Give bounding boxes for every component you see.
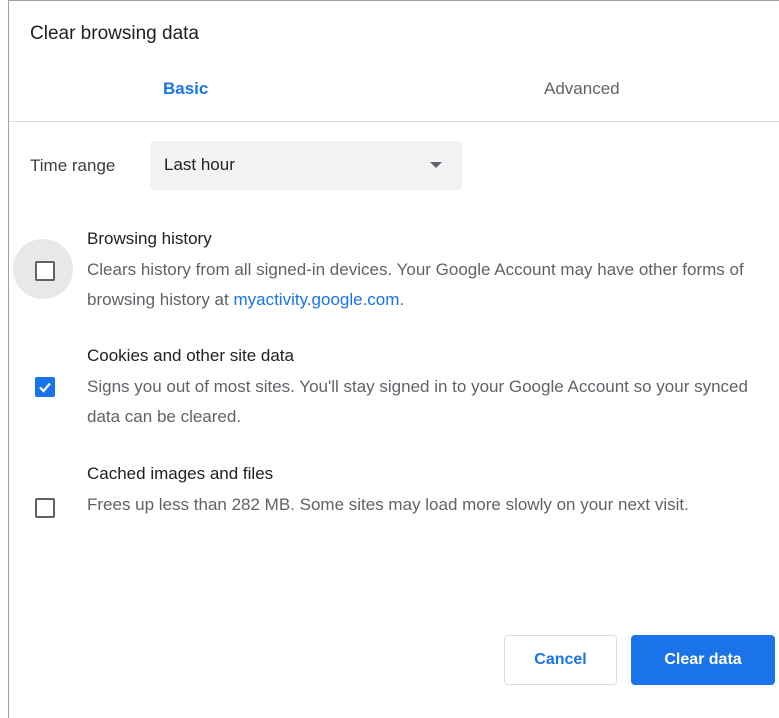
time-range-value: Last hour bbox=[164, 155, 235, 174]
myactivity-link[interactable]: myactivity.google.com bbox=[233, 290, 399, 309]
cached-images-checkbox[interactable] bbox=[35, 498, 55, 518]
option-description: Signs you out of most sites. You'll stay… bbox=[87, 377, 748, 426]
tab-bar: Basic Advanced bbox=[9, 69, 779, 122]
clear-browsing-data-dialog: Clear browsing data Basic Advanced Time … bbox=[8, 0, 779, 718]
option-title: Cookies and other site data bbox=[87, 346, 294, 365]
tab-basic[interactable]: Basic bbox=[163, 79, 208, 109]
dialog-title: Clear browsing data bbox=[30, 23, 199, 44]
option-description: Clears history from all signed-in device… bbox=[87, 260, 744, 309]
cookies-checkbox[interactable] bbox=[35, 377, 55, 397]
cancel-button[interactable]: Cancel bbox=[504, 635, 617, 685]
time-range-label: Time range bbox=[30, 156, 116, 175]
checkbox-wrap bbox=[13, 476, 73, 536]
checkbox-focus-ring bbox=[13, 239, 73, 299]
browsing-history-checkbox[interactable] bbox=[35, 261, 55, 281]
time-range-select[interactable]: Last hour bbox=[150, 141, 462, 190]
clear-data-button[interactable]: Clear data bbox=[631, 635, 775, 685]
option-title: Cached images and files bbox=[87, 464, 274, 483]
checkmark-icon bbox=[39, 382, 51, 393]
dropdown-arrow-icon bbox=[430, 162, 442, 168]
option-title: Browsing history bbox=[87, 229, 212, 248]
option-description: Frees up less than 282 MB. Some sites ma… bbox=[87, 495, 689, 514]
checkbox-wrap bbox=[13, 355, 73, 415]
tab-advanced[interactable]: Advanced bbox=[544, 79, 620, 109]
